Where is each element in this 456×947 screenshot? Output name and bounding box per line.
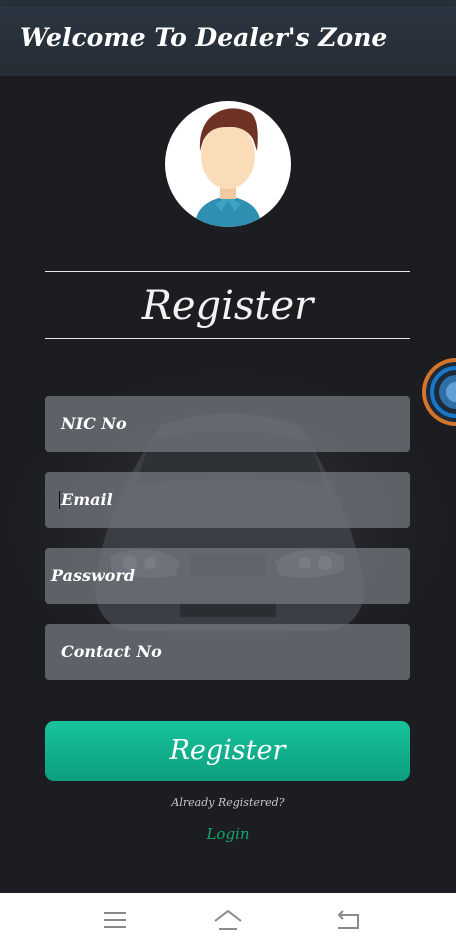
text-caret (59, 491, 60, 509)
login-link[interactable]: Login (0, 825, 456, 843)
register-button[interactable]: Register (45, 721, 410, 781)
back-icon[interactable] (334, 905, 364, 935)
menu-icon[interactable] (100, 905, 130, 935)
app-title: Welcome To Dealer's Zone (20, 23, 388, 52)
password-field[interactable]: Password (45, 548, 410, 604)
home-icon[interactable] (213, 905, 243, 935)
contact-no-field[interactable]: Contact No (45, 624, 410, 680)
email-field[interactable]: Email (45, 472, 410, 528)
app-bar: Welcome To Dealer's Zone (0, 6, 456, 76)
system-navigation-bar (0, 893, 456, 947)
nic-no-field[interactable]: NIC No (45, 396, 410, 452)
already-registered-text: Already Registered? (171, 796, 285, 809)
heading-divider-bottom (45, 338, 410, 339)
floating-assistant-icon[interactable] (420, 357, 456, 427)
register-heading: Register (141, 283, 314, 329)
email-placeholder: Email (61, 490, 113, 509)
register-screen: Register NIC No Email Password Contact N… (0, 76, 456, 893)
heading-divider-top (45, 271, 410, 272)
user-avatar-icon (165, 101, 291, 227)
